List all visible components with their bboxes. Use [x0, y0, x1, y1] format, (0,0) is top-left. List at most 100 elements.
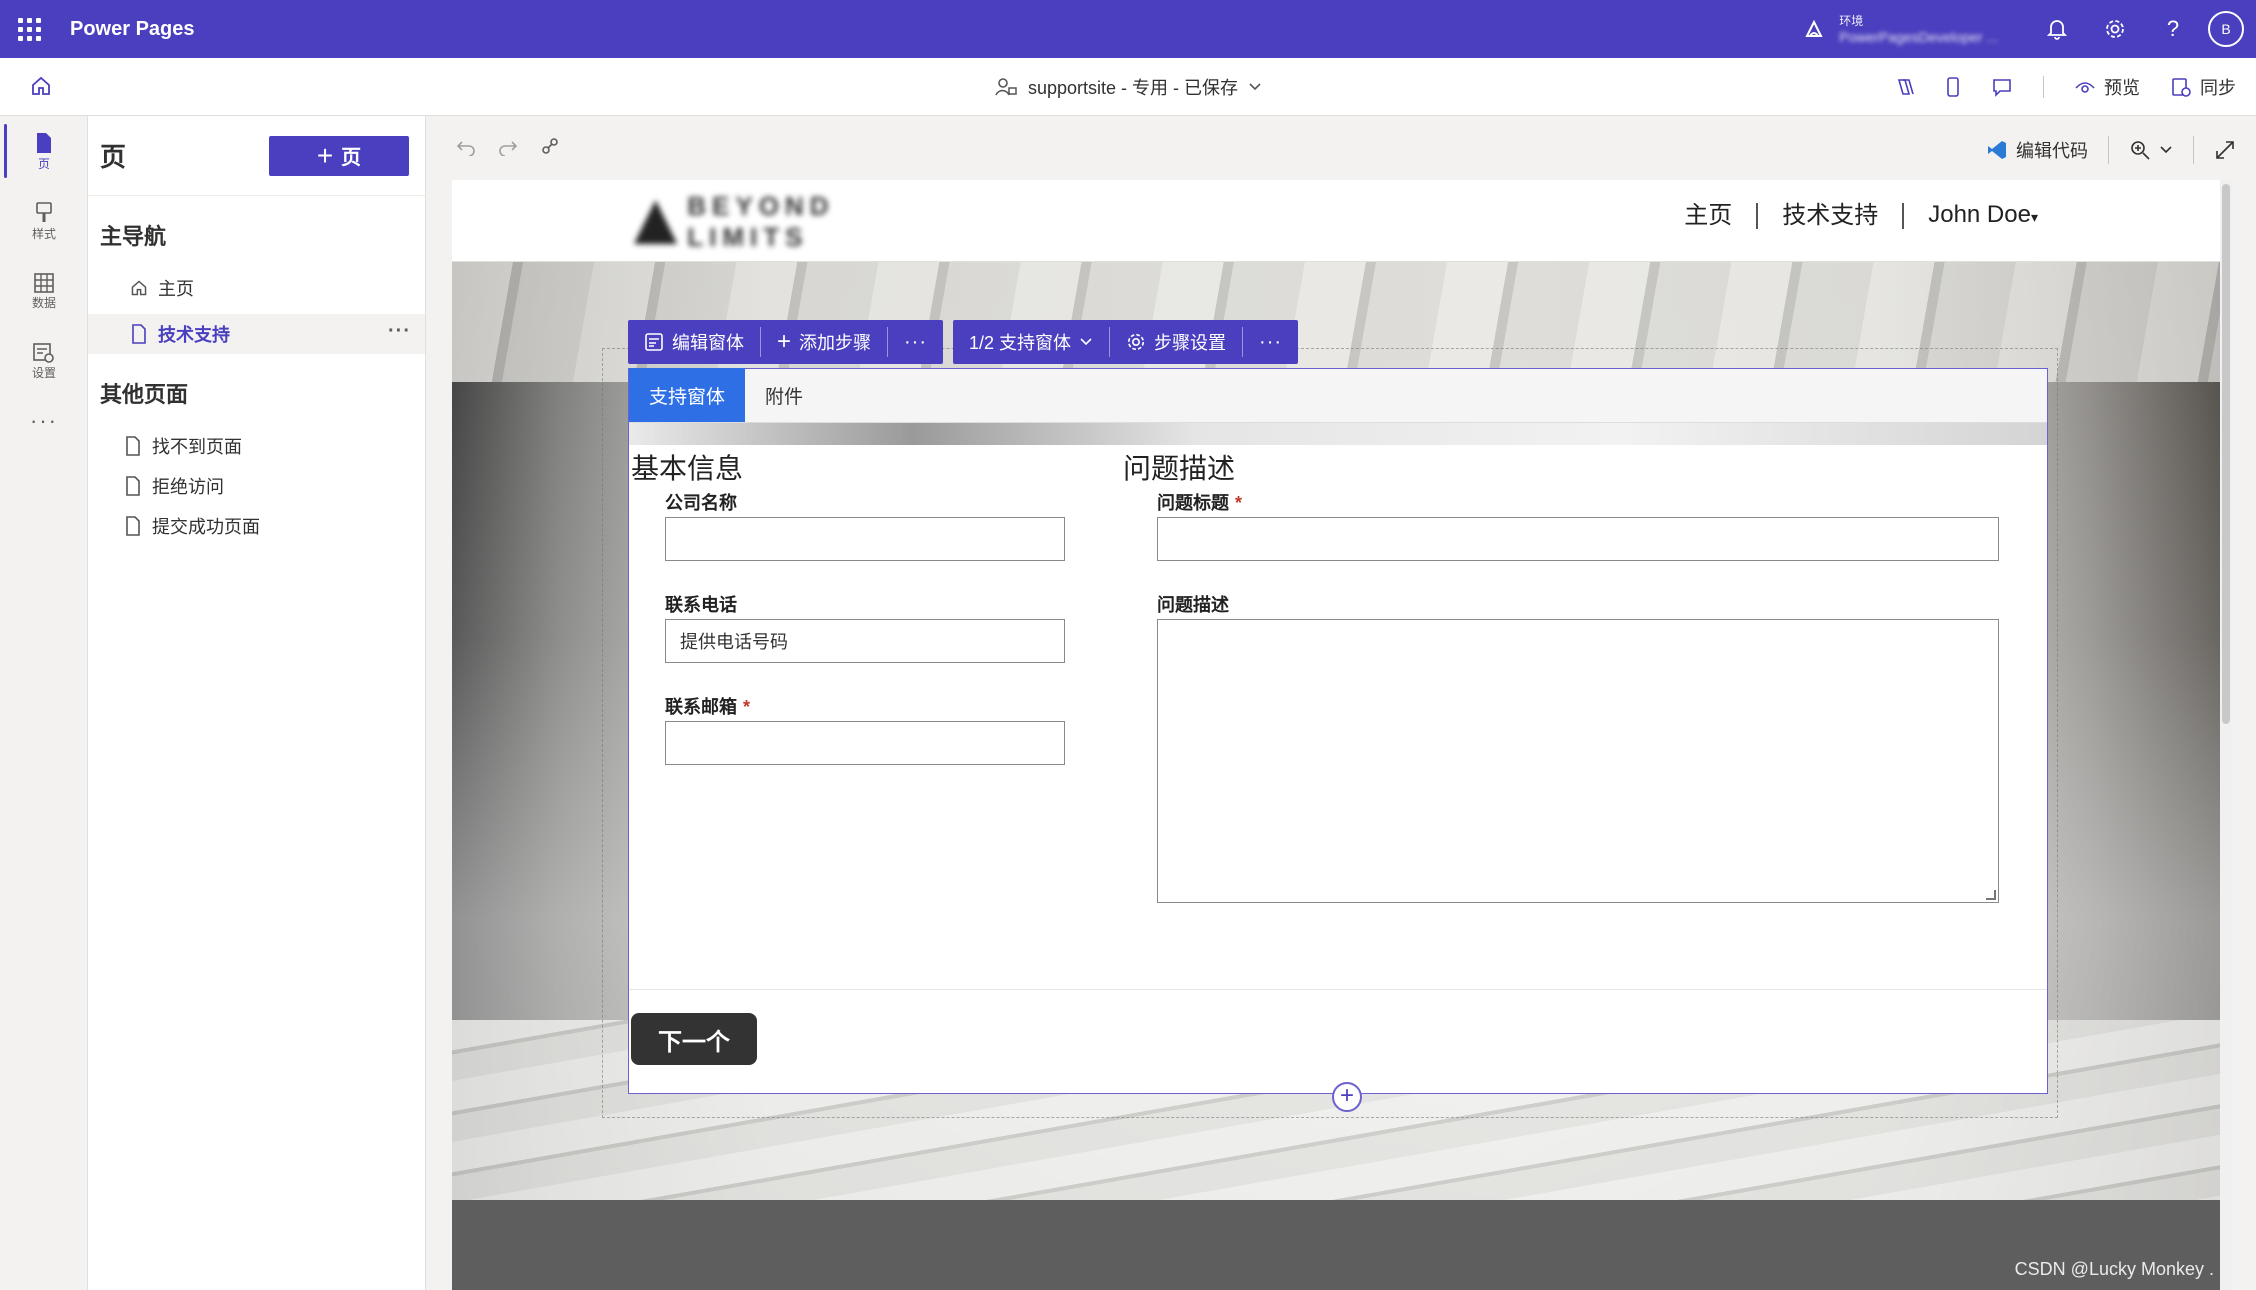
app-launcher-button[interactable]	[0, 0, 58, 58]
nav-item-submit-success[interactable]: 提交成功页面	[88, 506, 425, 546]
top-bar: Power Pages 环境 PowerPagesDeveloper ... ?…	[0, 0, 2256, 58]
pages-panel: 页 + 页 主导航 主页 技术支持 ··· 其他页面 找不到页面 拒绝访问 提交…	[88, 116, 426, 1290]
required-marker: *	[1235, 493, 1243, 513]
rail-item-data[interactable]: 数据	[0, 256, 88, 326]
environment-label: 环境	[1839, 14, 1864, 28]
issue-desc-textarea[interactable]	[1157, 619, 1999, 903]
sync-button[interactable]: 同步	[2170, 74, 2236, 100]
site-title: supportsite - 专用 - 已保存	[1027, 78, 1239, 98]
issue-desc-label: 问题描述	[1157, 595, 1229, 615]
logo-mark	[634, 200, 678, 244]
tab-attachments[interactable]: 附件	[745, 368, 823, 422]
rail-item-pages[interactable]: 页	[0, 116, 88, 186]
undo-icon[interactable]	[456, 136, 476, 156]
step-selector-dropdown[interactable]: 1/2 支持窗体	[953, 320, 1109, 364]
nav-item-label: 提交成功页面	[152, 517, 260, 537]
step-more-button[interactable]: ···	[1243, 320, 1298, 364]
tab-support-form[interactable]: 支持窗体	[629, 368, 746, 422]
chevron-down-icon	[1080, 338, 1092, 346]
site-nav-user[interactable]: John Doe▾	[1904, 202, 2062, 230]
rail-item-settings[interactable]: 设置	[0, 326, 88, 396]
rail-more-button[interactable]: ···	[0, 396, 88, 446]
add-section-button[interactable]: +	[1332, 1082, 1362, 1112]
page-icon	[126, 516, 140, 536]
help-button[interactable]: ?	[2144, 0, 2202, 58]
nav-item-support[interactable]: 技术支持 ···	[88, 314, 425, 354]
nav-item-not-found[interactable]: 找不到页面	[88, 426, 425, 466]
settings-button[interactable]	[2086, 0, 2144, 58]
resize-handle[interactable]	[1986, 890, 1996, 900]
nav-item-home[interactable]: 主页	[88, 268, 425, 308]
avatar[interactable]: B	[2208, 11, 2244, 47]
add-page-button[interactable]: + 页	[269, 135, 409, 176]
next-button[interactable]: 下一个	[631, 1013, 757, 1065]
plus-icon: +	[316, 139, 334, 171]
comment-icon[interactable]	[1991, 76, 2013, 98]
add-page-label: 页	[341, 147, 362, 169]
waffle-icon	[17, 17, 41, 41]
link-icon[interactable]	[540, 136, 560, 156]
company-input[interactable]	[665, 517, 1065, 561]
scroll-thumb[interactable]	[2222, 184, 2230, 724]
site-nav-support[interactable]: 技术支持	[1758, 203, 1905, 229]
form-more-button[interactable]: ···	[888, 320, 943, 364]
support-form: 支持窗体 附件 基本信息 问题描述 公司名称 联系电话 提供电话号码 联系邮箱 *…	[628, 368, 2048, 1094]
gear-icon	[2106, 20, 2124, 38]
redo-icon[interactable]	[498, 136, 518, 156]
rail-item-styles[interactable]: 样式	[0, 186, 88, 256]
site-header: BEYOND LIMITS 主页 技术支持 John Doe▾	[452, 180, 2232, 262]
add-step-button[interactable]: + 添加步骤	[761, 320, 887, 364]
panel-title: 页	[100, 142, 127, 172]
expand-icon[interactable]	[2214, 139, 2236, 161]
caret-down-icon: ▾	[2030, 209, 2038, 225]
email-label-text: 联系邮箱	[665, 697, 737, 717]
email-input[interactable]	[665, 721, 1065, 765]
home-icon	[131, 280, 147, 296]
site-nav: 主页 技术支持 John Doe▾	[1660, 202, 2062, 230]
mobile-icon[interactable]	[1945, 76, 1961, 98]
phone-label: 联系电话	[665, 595, 737, 615]
preview-scrollbar[interactable]	[2220, 180, 2232, 1290]
form-footer-divider	[629, 989, 2047, 990]
rail-label: 设置	[31, 365, 56, 380]
table-icon	[34, 272, 54, 293]
issue-title-input[interactable]	[1157, 517, 1999, 561]
rail-label: 样式	[31, 226, 56, 241]
vscode-icon	[1988, 141, 2006, 159]
edit-form-button[interactable]: 编辑窗体	[628, 320, 760, 364]
form-toolbar: 编辑窗体 + 添加步骤 ··· 1/2 支持窗体 步骤设置 ···	[628, 320, 1299, 364]
step-selector-label: 1/2 支持窗体	[969, 333, 1072, 353]
edit-form-label: 编辑窗体	[672, 333, 744, 353]
issue-title-label-text: 问题标题	[1157, 493, 1229, 513]
more-options-button[interactable]: ···	[388, 320, 411, 343]
nav-item-label: 技术支持	[158, 325, 230, 345]
other-pages-heading: 其他页面	[100, 382, 189, 407]
user-name: John Doe	[1928, 201, 2031, 228]
nav-item-access-denied[interactable]: 拒绝访问	[88, 466, 425, 506]
phone-input[interactable]: 提供电话号码	[665, 619, 1065, 663]
preview-button[interactable]: 预览	[2074, 74, 2140, 100]
form-tabs: 支持窗体 附件	[629, 368, 2047, 423]
page-icon	[126, 476, 140, 496]
settings-icon	[33, 342, 54, 363]
email-label: 联系邮箱 *	[665, 693, 750, 719]
step-settings-button[interactable]: 步骤设置	[1110, 320, 1242, 364]
zoom-dropdown[interactable]	[2129, 139, 2173, 161]
environment-picker[interactable]: 环境 PowerPagesDeveloper ...	[1803, 13, 1998, 45]
form-body: 基本信息 问题描述 公司名称 联系电话 提供电话号码 联系邮箱 * 问题标题 * 问…	[629, 445, 2047, 945]
watermark: CSDN @Lucky Monkey .	[2014, 1259, 2214, 1279]
copilot-icon[interactable]	[1893, 76, 1915, 98]
divider	[2193, 136, 2194, 164]
gear-icon	[1127, 333, 1145, 351]
company-label: 公司名称	[665, 493, 737, 513]
app-name[interactable]: Power Pages	[70, 18, 195, 41]
question-icon: ?	[2166, 16, 2180, 41]
site-nav-home[interactable]: 主页	[1660, 203, 1759, 229]
design-canvas: 编辑代码 BEYOND LIMITS 主页 技术支持 John Doe▾ 编辑窗…	[426, 116, 2256, 1290]
edit-code-button[interactable]: 编辑代码	[1986, 137, 2088, 163]
notifications-button[interactable]	[2028, 0, 2086, 58]
page-icon	[126, 436, 140, 456]
site-logo[interactable]: BEYOND LIMITS	[634, 191, 964, 252]
nav-item-label: 拒绝访问	[152, 477, 224, 497]
brush-icon	[36, 201, 52, 222]
